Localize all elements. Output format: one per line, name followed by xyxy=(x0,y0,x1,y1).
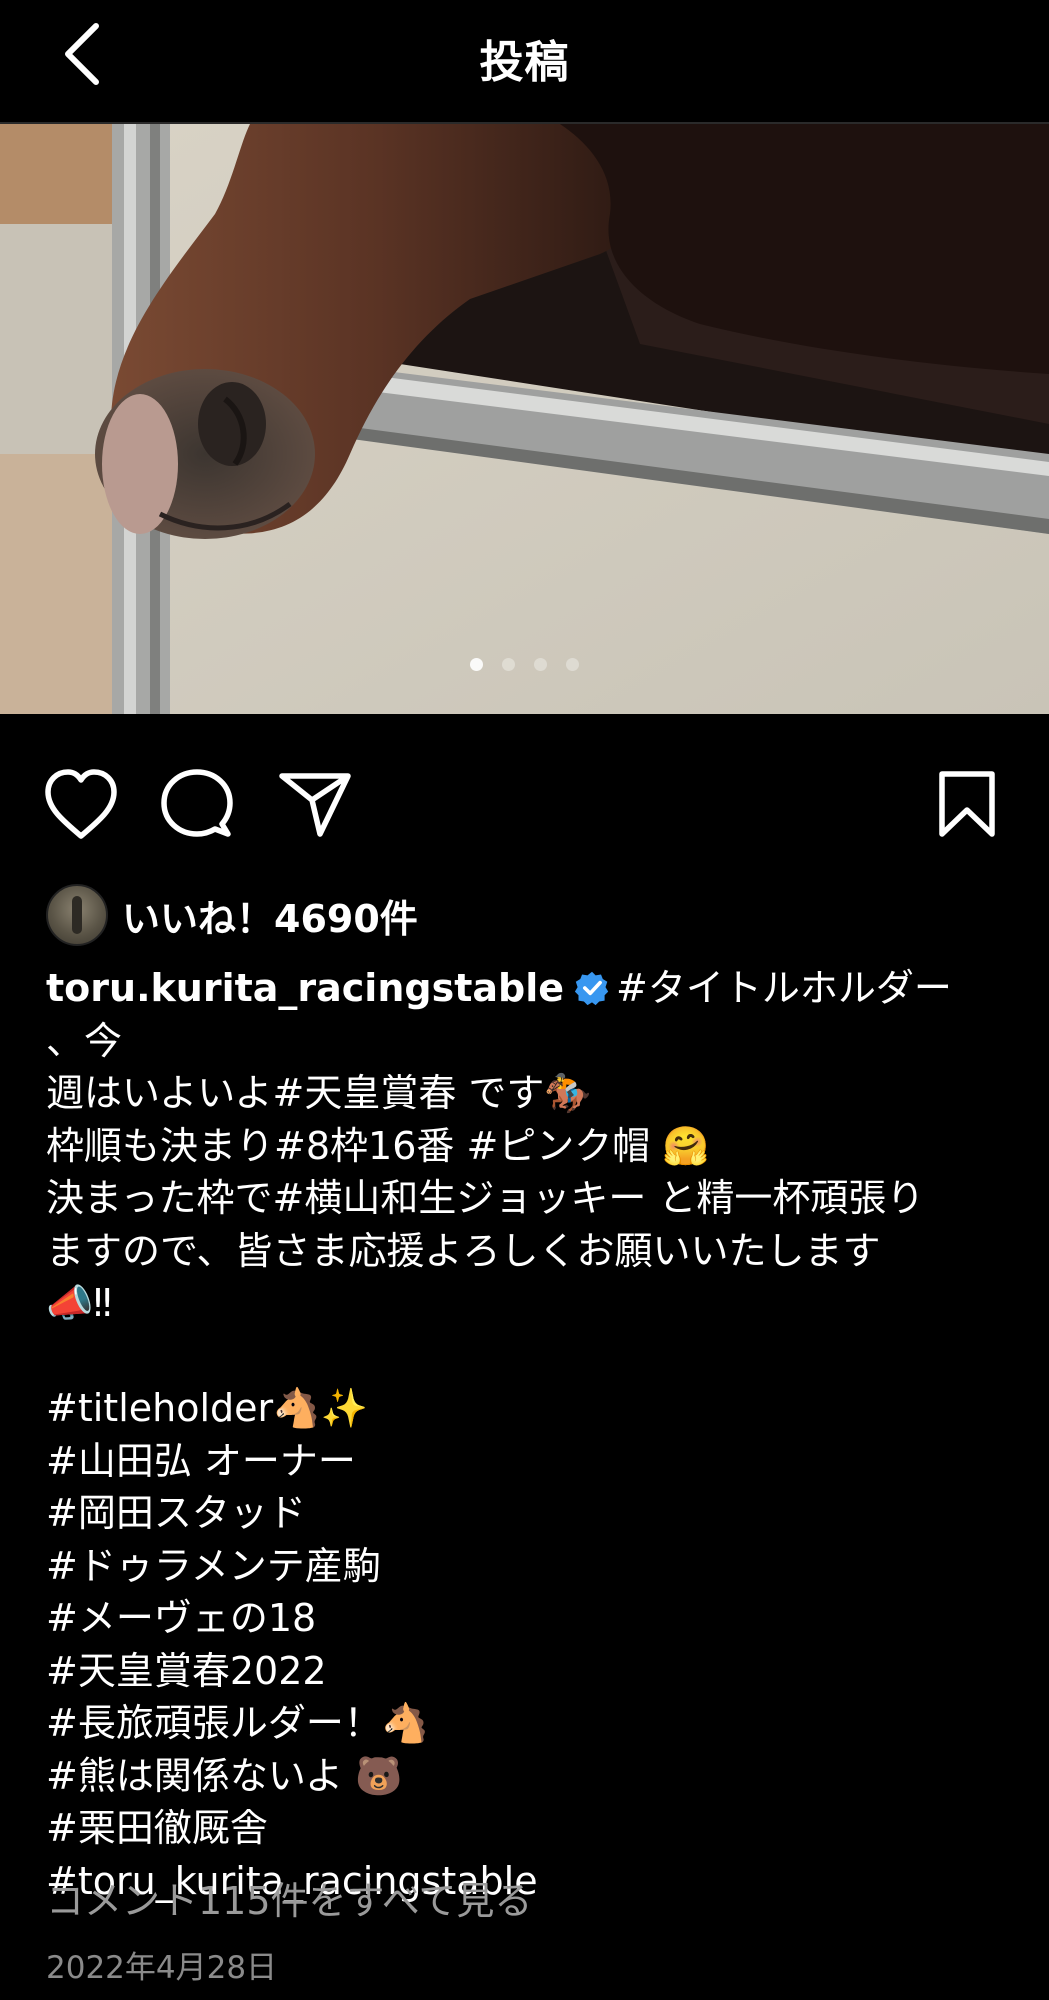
post-date: 2022年4月28日 xyxy=(46,1950,278,1986)
carousel-dot xyxy=(566,658,580,671)
like-button[interactable] xyxy=(42,760,120,850)
comment-button[interactable] xyxy=(158,760,236,850)
hashtag-line[interactable]: #山田弘 オーナー xyxy=(46,1439,356,1483)
carousel-dot xyxy=(469,658,483,671)
hashtag-line[interactable]: #天皇賞春2022 xyxy=(46,1649,327,1693)
post-image[interactable] xyxy=(0,124,1049,714)
view-all-comments-link[interactable]: コメント115件をすべて見る xyxy=(46,1870,532,1925)
page-title: 投稿 xyxy=(479,37,570,88)
username[interactable]: toru.kurita_racingstable xyxy=(46,966,564,1010)
save-button[interactable] xyxy=(928,760,1006,850)
share-button[interactable] xyxy=(276,760,354,850)
heart-icon xyxy=(45,769,117,839)
caption-line: 週はいよいよ#天皇賞春 です🏇 xyxy=(46,1071,592,1115)
hashtag-line[interactable]: #メーヴェの18 xyxy=(46,1596,316,1640)
caption-line: 📣‼ xyxy=(46,1281,112,1325)
liker-avatar[interactable] xyxy=(46,884,108,946)
hashtag-line[interactable]: #岡田スタッド xyxy=(46,1491,306,1535)
paper-plane-icon xyxy=(279,773,351,837)
carousel-dot xyxy=(501,658,515,671)
carousel-dot xyxy=(534,658,548,671)
action-bar xyxy=(0,760,1049,850)
post-caption: toru.kurita_racingstable #タイトルホルダー 、今 週はい… xyxy=(46,962,996,1907)
hashtag-line[interactable]: #長旅頑張ルダー！🐴 xyxy=(46,1701,429,1745)
caption-line: ますので、皆さま応援よろしくお願いいたします xyxy=(46,1228,881,1273)
likes-count[interactable]: いいね！4690件 xyxy=(122,888,418,943)
comment-bubble-icon xyxy=(161,769,233,837)
likes-row[interactable]: いいね！4690件 xyxy=(46,884,418,946)
caption-line: 決まった枠で#横山和生ジョッキー と精一杯頑張り xyxy=(46,1176,925,1220)
carousel-indicator xyxy=(0,656,1049,675)
verified-badge-icon xyxy=(574,971,609,1006)
top-bar: 投稿 xyxy=(0,0,1049,124)
hashtag-line[interactable]: #ドゥラメンテ産駒 xyxy=(46,1544,381,1588)
hashtag-line[interactable]: #titleholder🐴✨ xyxy=(46,1386,368,1430)
bookmark-icon xyxy=(939,771,995,837)
caption-line: 枠順も決まり#8枠16番 #ピンク帽 🤗 xyxy=(46,1123,710,1168)
hashtag-line[interactable]: #熊は関係ないよ 🐻 xyxy=(46,1754,402,1798)
hashtag-line[interactable]: #栗田徹厩舎 xyxy=(46,1806,268,1850)
